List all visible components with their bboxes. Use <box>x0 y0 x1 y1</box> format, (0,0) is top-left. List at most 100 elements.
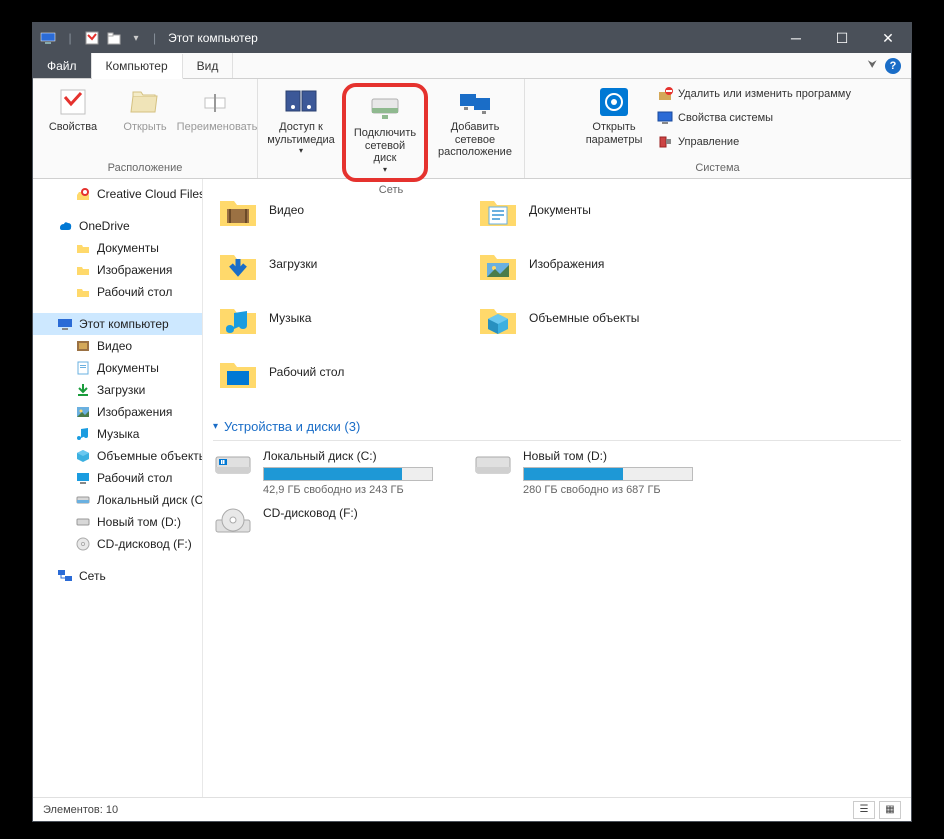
folder-desktop[interactable]: Рабочий стол <box>213 347 453 397</box>
status-items: Элементов: 10 <box>43 804 118 816</box>
nav-3dobjects[interactable]: Объемные объекть <box>33 445 202 467</box>
manage-button[interactable]: Управление <box>652 131 855 153</box>
rename-button[interactable]: Переименовать <box>183 83 251 136</box>
nav-od-images[interactable]: Изображения <box>33 259 202 281</box>
nav-pictures[interactable]: Изображения <box>33 401 202 423</box>
rename-icon <box>200 85 234 119</box>
manage-icon <box>656 133 674 151</box>
network-drive-icon <box>368 91 402 125</box>
body: Creative Cloud Files OneDrive Документы … <box>33 179 911 797</box>
tab-view[interactable]: Вид <box>183 53 234 78</box>
nav-onedrive[interactable]: OneDrive <box>33 215 202 237</box>
properties-button[interactable]: Свойства <box>39 83 107 136</box>
onedrive-icon <box>57 218 73 234</box>
properties-icon <box>56 85 90 119</box>
newfolder-qat-icon[interactable] <box>105 29 123 47</box>
nav-documents[interactable]: Документы <box>33 357 202 379</box>
nav-cddrive[interactable]: CD-дисковод (F:) <box>33 533 202 555</box>
settings-icon <box>597 85 631 119</box>
map-drive-highlight: Подключить сетевой диск ▾ <box>342 83 428 182</box>
statusbar: Элементов: 10 ☰ ▦ <box>33 797 911 821</box>
folder-videos[interactable]: Видео <box>213 185 453 235</box>
drive-c-icon <box>213 449 253 481</box>
nav-od-desktop[interactable]: Рабочий стол <box>33 281 202 303</box>
nav-videos[interactable]: Видео <box>33 335 202 357</box>
folder-music[interactable]: Музыка <box>213 293 453 343</box>
folder-downloads[interactable]: Загрузки <box>213 239 453 289</box>
nav-thispc[interactable]: Этот компьютер <box>33 313 202 335</box>
group-network: Доступ к мультимедиа ▾ Подключить сетево… <box>258 79 525 178</box>
folder-3dobjects[interactable]: Объемные объекты <box>473 293 713 343</box>
folder-icon <box>75 284 91 300</box>
open-button[interactable]: Открыть <box>111 83 179 136</box>
desktop-icon <box>75 470 91 486</box>
documents-icon <box>75 360 91 376</box>
nav-newvol-d[interactable]: Новый том (D:) <box>33 511 202 533</box>
close-button[interactable]: ✕ <box>865 23 911 53</box>
minimize-ribbon-icon[interactable]: ⮟ <box>868 59 877 72</box>
drive-f[interactable]: CD-дисковод (F:) <box>213 506 453 538</box>
drive-d[interactable]: Новый том (D:) 280 ГБ свободно из 687 ГБ <box>473 449 713 496</box>
help-icon[interactable]: ? <box>885 58 901 74</box>
folder-icon <box>75 240 91 256</box>
explorer-window: | ▾ | Этот компьютер ─ ☐ ✕ Файл Компьюте… <box>32 22 912 822</box>
media-access-button[interactable]: Доступ к мультимедиа ▾ <box>264 83 338 157</box>
uninstall-button[interactable]: Удалить или изменить программу <box>652 83 855 105</box>
map-drive-button[interactable]: Подключить сетевой диск ▾ <box>348 89 422 176</box>
folder-icon <box>75 262 91 278</box>
nav-downloads[interactable]: Загрузки <box>33 379 202 401</box>
desktop-folder-icon <box>217 351 259 393</box>
qat-dropdown-icon[interactable]: ▾ <box>127 29 145 47</box>
ribbon: Свойства Открыть Переименовать Расположе… <box>33 79 911 179</box>
drive-c[interactable]: Локальный диск (C:) 42,9 ГБ свободно из … <box>213 449 453 496</box>
documents-folder-icon <box>477 189 519 231</box>
ribbon-tabs: Файл Компьютер Вид ⮟ ? <box>33 53 911 79</box>
cd-drive-icon <box>213 506 253 538</box>
downloads-icon <box>75 382 91 398</box>
nav-localdisk-c[interactable]: Локальный диск (C <box>33 489 202 511</box>
thispc-icon <box>57 316 73 332</box>
thispc-icon <box>39 29 57 47</box>
folder-pictures[interactable]: Изображения <box>473 239 713 289</box>
window-title: Этот компьютер <box>168 31 258 45</box>
monitor-icon <box>656 109 674 127</box>
system-properties-button[interactable]: Свойства системы <box>652 107 855 129</box>
maximize-button[interactable]: ☐ <box>819 23 865 53</box>
nav-network[interactable]: Сеть <box>33 565 202 587</box>
videos-folder-icon <box>217 189 259 231</box>
separator-icon: | <box>61 29 79 47</box>
downloads-folder-icon <box>217 243 259 285</box>
pictures-folder-icon <box>477 243 519 285</box>
videos-icon <box>75 338 91 354</box>
drive-d-bar <box>523 467 693 481</box>
nav-desktop[interactable]: Рабочий стол <box>33 467 202 489</box>
quick-access-toolbar: | ▾ | <box>33 29 160 47</box>
drives-grid: Локальный диск (C:) 42,9 ГБ свободно из … <box>213 449 901 538</box>
content-pane: Видео Документы Загрузки Изображения Муз… <box>203 179 911 797</box>
drive-icon <box>75 514 91 530</box>
tab-file[interactable]: Файл <box>33 53 92 78</box>
tab-computer[interactable]: Компьютер <box>92 54 183 79</box>
group-location: Свойства Открыть Переименовать Расположе… <box>33 79 258 178</box>
properties-qat-icon[interactable] <box>83 29 101 47</box>
media-icon <box>284 85 318 119</box>
nav-creative-cloud[interactable]: Creative Cloud Files <box>33 183 202 205</box>
drives-section-header[interactable]: Устройства и диски (3) <box>213 413 901 441</box>
view-icons-button[interactable]: ▦ <box>879 801 901 819</box>
minimize-button[interactable]: ─ <box>773 23 819 53</box>
open-settings-button[interactable]: Открыть параметры <box>580 83 648 148</box>
open-folder-icon <box>128 85 162 119</box>
cube-icon <box>75 448 91 464</box>
nav-music[interactable]: Музыка <box>33 423 202 445</box>
navigation-pane: Creative Cloud Files OneDrive Документы … <box>33 179 203 797</box>
nav-od-documents[interactable]: Документы <box>33 237 202 259</box>
folder-documents[interactable]: Документы <box>473 185 713 235</box>
uninstall-icon <box>656 85 674 103</box>
pictures-icon <box>75 404 91 420</box>
titlebar: | ▾ | Этот компьютер ─ ☐ ✕ <box>33 23 911 53</box>
drive-d-icon <box>473 449 513 481</box>
add-location-button[interactable]: Добавить сетевое расположение <box>432 83 518 161</box>
add-location-icon <box>458 85 492 119</box>
view-details-button[interactable]: ☰ <box>853 801 875 819</box>
music-folder-icon <box>217 297 259 339</box>
